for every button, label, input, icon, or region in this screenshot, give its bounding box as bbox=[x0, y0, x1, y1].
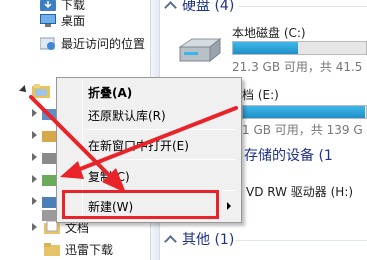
arrow-shaft bbox=[29, 95, 114, 180]
annotation-arrow bbox=[29, 95, 238, 193]
arrow-head bbox=[60, 161, 84, 179]
arrow-shaft bbox=[73, 106, 238, 173]
